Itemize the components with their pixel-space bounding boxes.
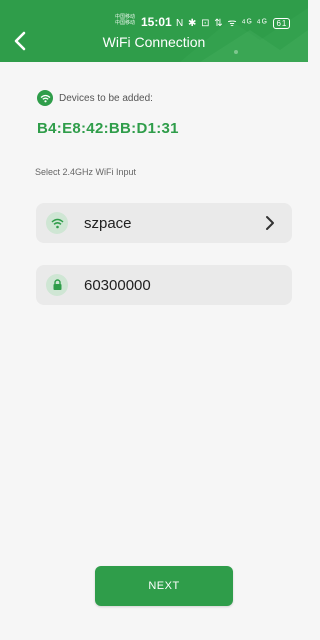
status-icons: N ✱ ⊡ ⇅ ᯤ ⁴ᴳ ⁴ᴳ 61 bbox=[176, 15, 291, 29]
clock: 15:01 bbox=[141, 15, 172, 29]
page-title: WiFi Connection bbox=[102, 34, 206, 50]
battery-level: 61 bbox=[276, 19, 288, 28]
lock-icon bbox=[46, 274, 68, 296]
wifi-badge-icon bbox=[37, 90, 53, 106]
header-decoration bbox=[180, 8, 308, 62]
wifi-password-field[interactable]: 60300000 bbox=[36, 265, 292, 305]
devices-label: Devices to be added: bbox=[37, 89, 153, 107]
devices-label-text: Devices to be added: bbox=[59, 92, 153, 104]
wifi-ssid-value: szpace bbox=[84, 214, 132, 232]
next-button[interactable]: NEXT bbox=[95, 566, 233, 606]
wifi-ssid-selector[interactable]: szpace bbox=[36, 203, 292, 243]
battery-icon: 61 bbox=[273, 18, 291, 29]
carrier-label: 中国移动 中国移动 bbox=[115, 14, 136, 26]
app-header: 中国移动 中国移动 15:01 N ✱ ⊡ ⇅ ᯤ ⁴ᴳ ⁴ᴳ 61 WiFi … bbox=[0, 0, 308, 62]
device-mac-address: B4:E8:42:BB:D1:31 bbox=[37, 120, 179, 137]
wifi-icon bbox=[46, 212, 68, 234]
status-indicators-icon: N ✱ ⊡ ⇅ ᯤ ⁴ᴳ ⁴ᴳ bbox=[176, 18, 268, 29]
status-bar: 中国移动 中国移动 15:01 N ✱ ⊡ ⇅ ᯤ ⁴ᴳ ⁴ᴳ 61 bbox=[0, 14, 308, 30]
wifi-password-value: 60300000 bbox=[84, 276, 151, 294]
wifi-select-label: Select 2.4GHz WiFi Input bbox=[35, 167, 137, 177]
chevron-right-icon bbox=[266, 216, 274, 230]
